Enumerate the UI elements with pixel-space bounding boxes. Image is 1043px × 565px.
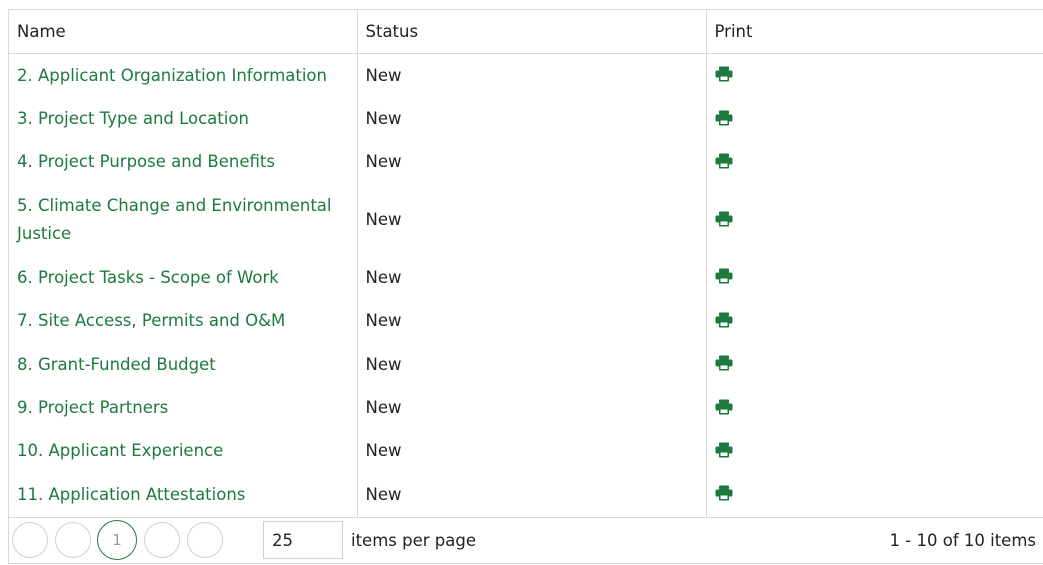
form-link[interactable]: 10. Applicant Experience [17, 441, 223, 460]
table-row: 2. Applicant Organization Information Ne… [9, 53, 1043, 98]
print-icon[interactable] [715, 399, 733, 415]
print-cell [705, 299, 1043, 343]
name-cell: 2. Applicant Organization Information [9, 54, 357, 98]
print-icon[interactable] [715, 485, 733, 501]
status-cell: New [356, 53, 706, 98]
table-row: 11. Application Attestations New [9, 473, 1043, 518]
status-cell: New [356, 473, 706, 518]
print-icon[interactable] [715, 110, 733, 126]
status-cell: New [356, 299, 706, 343]
print-cell [705, 184, 1043, 257]
name-cell: 5. Climate Change and Environmental Just… [9, 184, 357, 256]
items-per-page-label: items per page [351, 530, 476, 550]
table-row: 9. Project Partners New [9, 386, 1043, 430]
name-cell: 7. Site Access, Permits and O&M [9, 300, 357, 343]
form-link[interactable]: 6. Project Tasks - Scope of Work [17, 268, 279, 287]
status-cell: New [356, 140, 706, 185]
last-page-button[interactable] [187, 522, 223, 558]
status-cell: New [356, 429, 706, 474]
print-cell [705, 97, 1043, 141]
table-row: 8. Grant-Funded Budget New [9, 342, 1043, 387]
form-link[interactable]: 4. Project Purpose and Benefits [17, 152, 275, 171]
print-cell [705, 53, 1043, 98]
status-cell: New [356, 386, 706, 430]
grid: Name Status Print 2. Applicant Organizat… [8, 9, 1043, 564]
table-row: 3. Project Type and Location New [9, 97, 1043, 141]
print-icon[interactable] [715, 442, 733, 458]
print-icon[interactable] [715, 211, 733, 227]
name-cell: 8. Grant-Funded Budget [9, 343, 357, 386]
status-cell: New [356, 184, 706, 257]
current-page-button[interactable]: 1 [97, 520, 137, 560]
table-row: 7. Site Access, Permits and O&M New [9, 299, 1043, 343]
form-link[interactable]: 3. Project Type and Location [17, 109, 249, 128]
name-cell: 10. Applicant Experience [9, 430, 357, 473]
form-link[interactable]: 7. Site Access, Permits and O&M [17, 311, 285, 330]
print-cell [705, 256, 1043, 300]
column-header-status[interactable]: Status [356, 10, 706, 54]
print-icon[interactable] [715, 268, 733, 284]
header-row: Name Status Print [9, 10, 1043, 54]
forms-table: Name Status Print 2. Applicant Organizat… [9, 10, 1043, 518]
print-cell [705, 473, 1043, 518]
print-cell [705, 140, 1043, 185]
status-cell: New [356, 256, 706, 300]
print-cell [705, 429, 1043, 474]
name-cell: 3. Project Type and Location [9, 97, 357, 140]
name-cell: 4. Project Purpose and Benefits [9, 141, 357, 184]
page-size-input[interactable] [263, 521, 343, 559]
pager: 1 items per page 1 - 10 of 10 items [9, 515, 1043, 565]
table-row: 4. Project Purpose and Benefits New [9, 140, 1043, 185]
form-link[interactable]: 5. Climate Change and Environmental Just… [17, 196, 331, 243]
form-link[interactable]: 2. Applicant Organization Information [17, 66, 327, 85]
table-row: 6. Project Tasks - Scope of Work New [9, 256, 1043, 300]
table-row: 10. Applicant Experience New [9, 429, 1043, 474]
form-link[interactable]: 8. Grant-Funded Budget [17, 355, 216, 374]
print-icon[interactable] [715, 312, 733, 328]
print-cell [705, 342, 1043, 387]
column-header-print[interactable]: Print [705, 10, 1043, 54]
status-cell: New [356, 97, 706, 141]
first-page-button[interactable] [12, 522, 48, 558]
name-cell: 9. Project Partners [9, 386, 357, 429]
table-row: 5. Climate Change and Environmental Just… [9, 184, 1043, 257]
status-cell: New [356, 342, 706, 387]
form-link[interactable]: 11. Application Attestations [17, 485, 245, 504]
print-icon[interactable] [715, 355, 733, 371]
column-header-name[interactable]: Name [9, 10, 357, 54]
form-link[interactable]: 9. Project Partners [17, 398, 168, 417]
print-icon[interactable] [715, 153, 733, 169]
name-cell: 11. Application Attestations [9, 473, 357, 518]
print-cell [705, 386, 1043, 430]
pager-info: 1 - 10 of 10 items [889, 530, 1036, 550]
name-cell: 6. Project Tasks - Scope of Work [9, 256, 357, 299]
print-icon[interactable] [715, 66, 733, 82]
next-page-button[interactable] [144, 522, 180, 558]
previous-page-button[interactable] [55, 522, 91, 558]
